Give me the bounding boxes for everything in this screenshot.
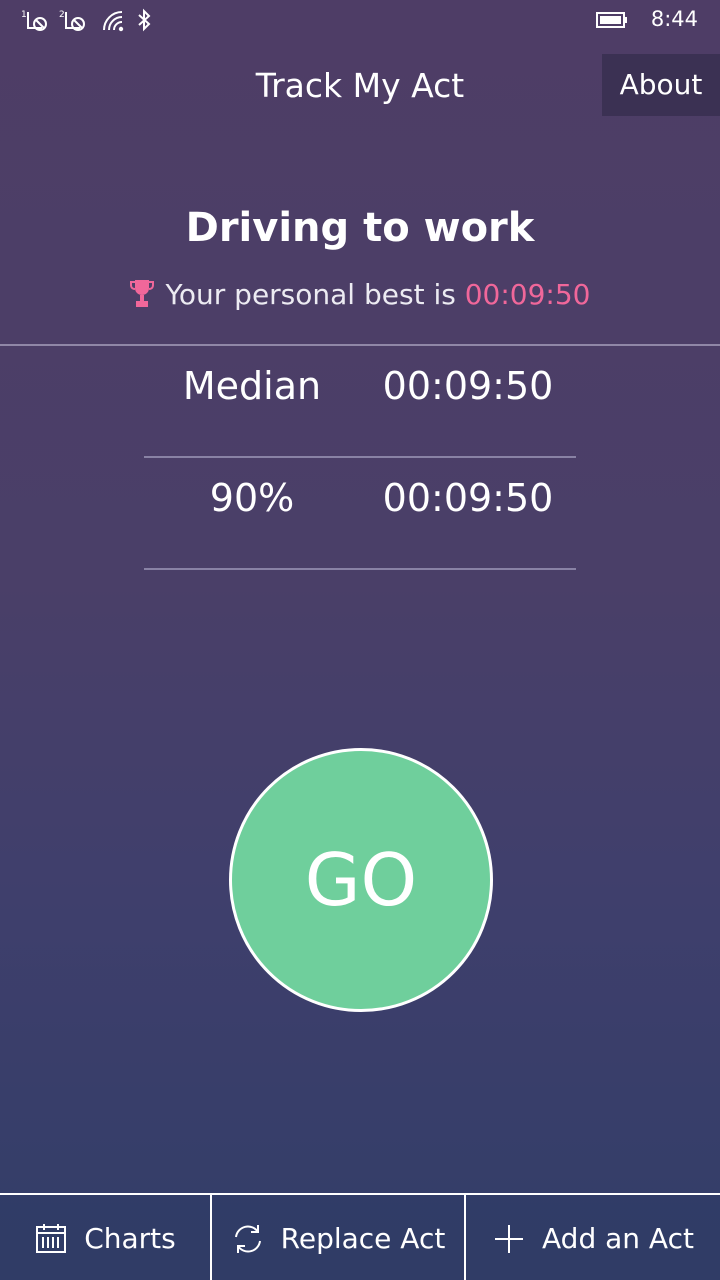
svg-text:1: 1 [21, 10, 27, 20]
act-title: Driving to work [185, 205, 535, 251]
personal-best-value: 00:09:50 [464, 278, 591, 311]
stat-value: 00:09:50 [382, 476, 554, 520]
add-act-button[interactable]: Add an Act [466, 1195, 720, 1280]
plus-icon [495, 1224, 524, 1253]
personal-best-line: Your personal best is 00:09:50 [0, 278, 720, 311]
stat-value: 00:09:50 [382, 364, 554, 408]
status-time: 8:44 [650, 7, 698, 31]
sim2-no-service-icon: 2 [59, 10, 85, 31]
refresh-icon [234, 1224, 261, 1253]
personal-best-prefix: Your personal best is [165, 278, 465, 311]
go-button[interactable]: GO [229, 748, 493, 1012]
add-act-label: Add an Act [542, 1222, 694, 1255]
battery-icon [596, 12, 627, 28]
svg-text:2: 2 [59, 10, 65, 20]
stat-label: Median [182, 364, 322, 408]
status-bar: 1 2 8:44 [0, 0, 720, 40]
bottom-app-bar: Charts Replace Act Add an Act [0, 1193, 720, 1280]
replace-act-label: Replace Act [280, 1222, 446, 1255]
about-button[interactable]: About [602, 54, 720, 116]
trophy-icon [129, 280, 154, 307]
replace-act-button[interactable]: Replace Act [212, 1195, 464, 1280]
stat-label: 90% [209, 476, 295, 520]
stat-row-90-percent: 90% 00:09:50 [144, 458, 576, 570]
sim1-no-service-icon: 1 [21, 10, 47, 31]
bluetooth-icon [138, 8, 151, 32]
calendar-icon [36, 1223, 67, 1253]
stat-row-median: Median 00:09:50 [144, 346, 576, 458]
charts-label: Charts [84, 1222, 176, 1255]
charts-button[interactable]: Charts [0, 1195, 210, 1280]
stats-table: Median 00:09:50 90% 00:09:50 [144, 346, 576, 570]
wifi-icon [103, 11, 124, 32]
